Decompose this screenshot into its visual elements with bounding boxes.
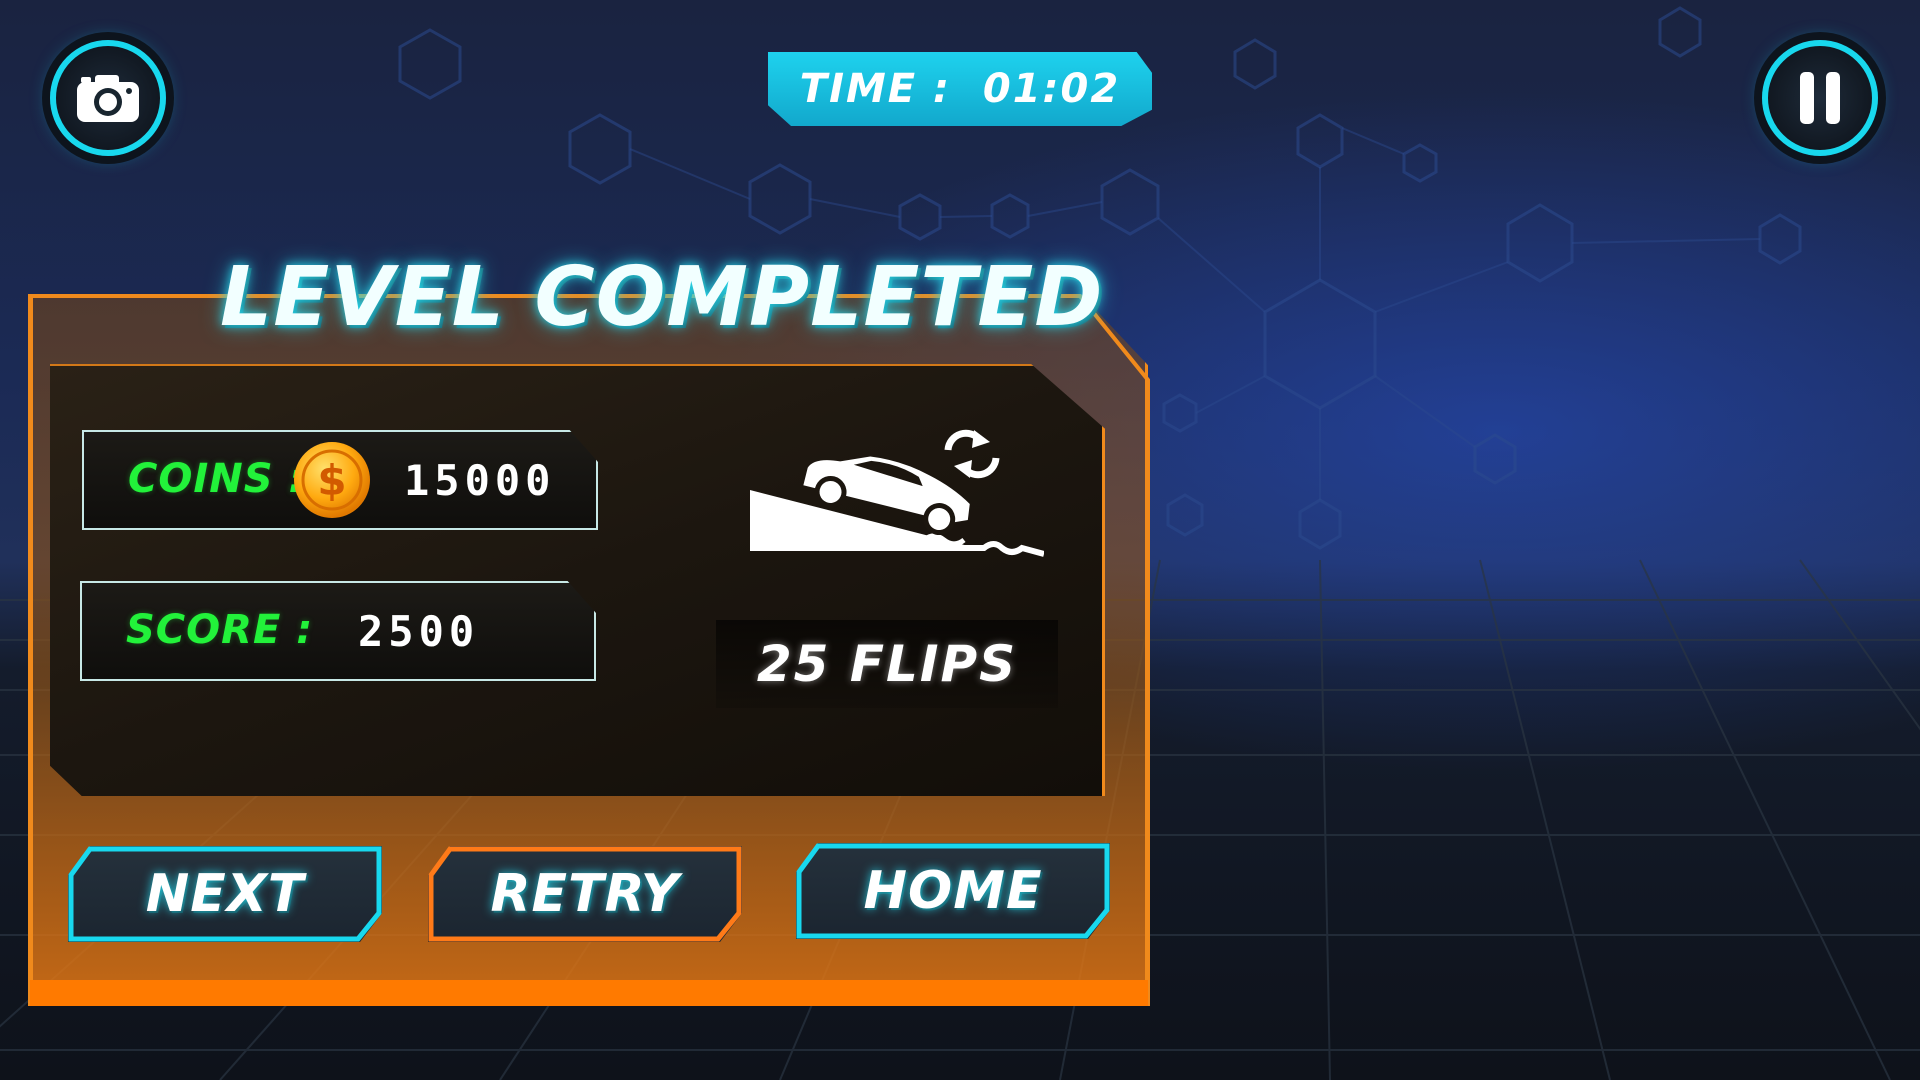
panel-bottom-bar — [30, 980, 1148, 1006]
coins-row: COINS : $ 15000 — [82, 430, 598, 530]
score-value: 2500 — [358, 607, 480, 656]
retry-button[interactable]: RETRY — [428, 846, 742, 942]
home-button-label: HOME — [863, 861, 1043, 921]
next-button-label: NEXT — [145, 864, 305, 924]
coins-value: 15000 — [404, 456, 556, 505]
screenshot-button[interactable] — [50, 40, 166, 156]
car-flip-ramp-icon — [750, 429, 1044, 557]
pause-icon — [1800, 72, 1840, 124]
timer-label: TIME : — [799, 66, 952, 112]
coins-label: COINS : — [128, 456, 306, 502]
next-button[interactable]: NEXT — [68, 846, 382, 942]
score-label: SCORE : — [126, 607, 314, 653]
timer-value: 01:02 — [982, 66, 1121, 112]
flips-count: 25 FLIPS — [756, 635, 1018, 693]
svg-text:$: $ — [317, 456, 346, 505]
score-row: SCORE : 2500 — [80, 581, 596, 681]
timer-display: TIME : 01:02 — [768, 52, 1152, 126]
timer-text: TIME : 01:02 — [800, 66, 1120, 112]
retry-button-label: RETRY — [490, 864, 680, 924]
pause-button[interactable] — [1762, 40, 1878, 156]
dollar-coin-icon: $ — [294, 442, 370, 518]
home-button[interactable]: HOME — [796, 843, 1110, 939]
camera-icon — [77, 75, 139, 122]
level-completed-title: LEVEL COMPLETED — [220, 250, 1104, 345]
flips-banner: 25 FLIPS — [716, 620, 1058, 708]
